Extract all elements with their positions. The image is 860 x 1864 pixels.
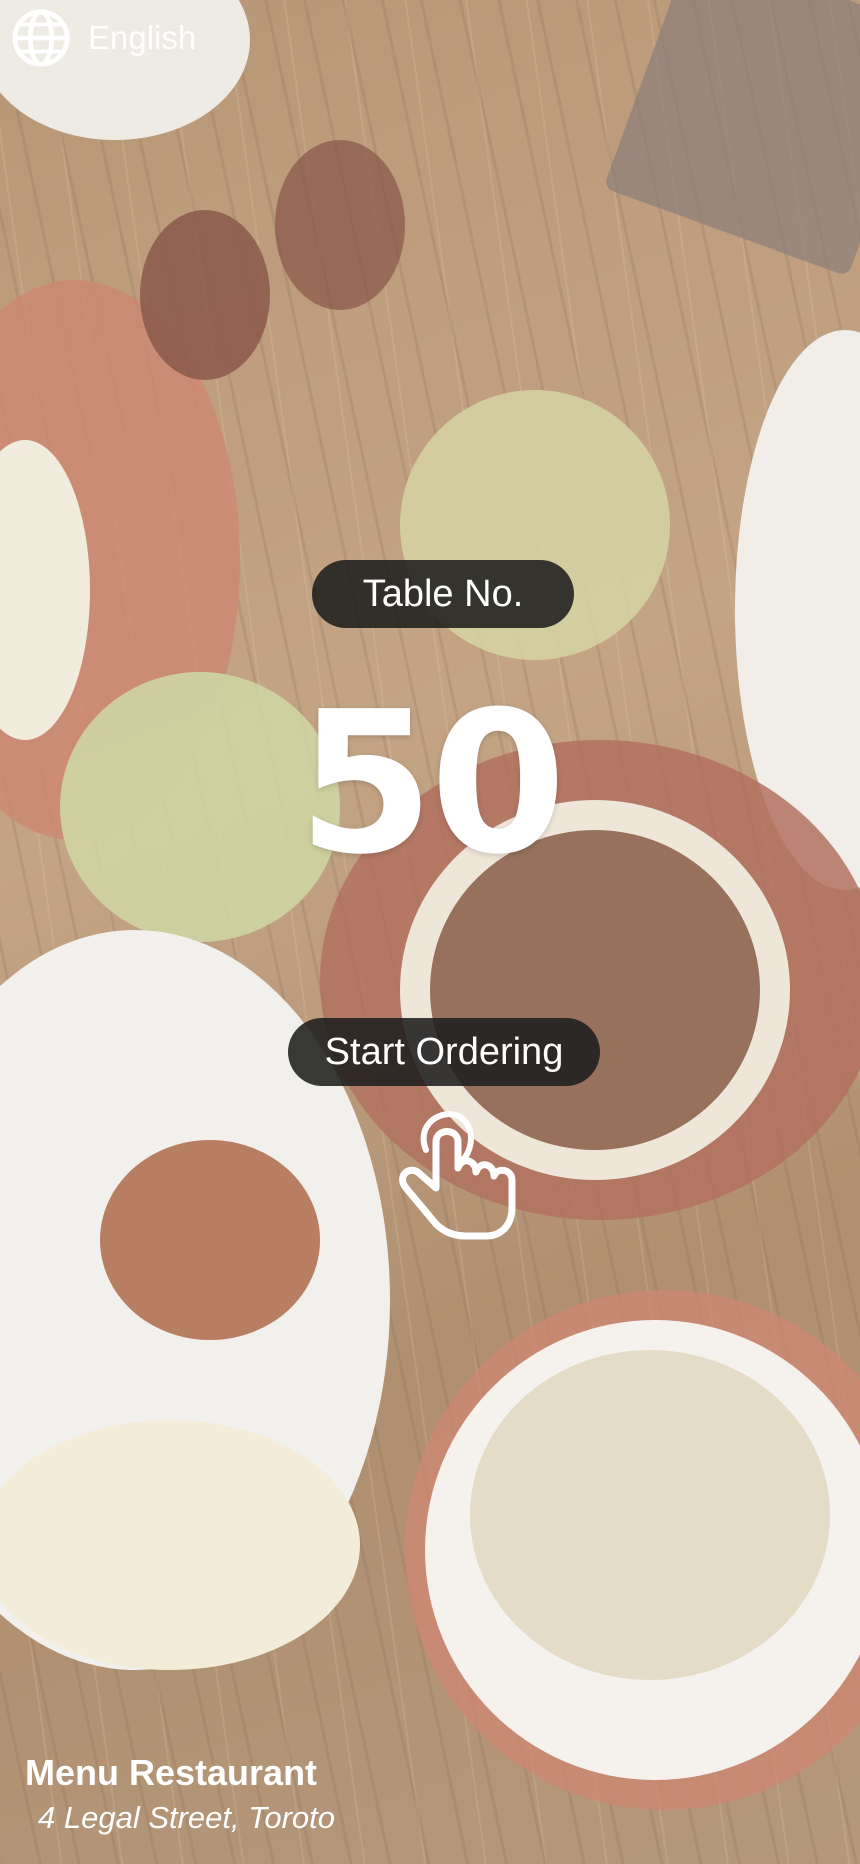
restaurant-address: 4 Legal Street, Toroto: [38, 1800, 335, 1835]
language-label: English: [88, 19, 197, 56]
globe-icon: [10, 7, 72, 69]
language-selector[interactable]: English: [10, 6, 196, 70]
food-table-background: [0, 0, 860, 1864]
restaurant-name: Menu Restaurant: [25, 1752, 318, 1793]
table-number: 50: [297, 670, 567, 898]
tap-hand-icon[interactable]: [390, 1080, 520, 1240]
light-overlay: [0, 0, 860, 1864]
start-ordering-button[interactable]: Start Ordering: [288, 1018, 600, 1086]
table-number-label: Table No.: [312, 560, 574, 628]
